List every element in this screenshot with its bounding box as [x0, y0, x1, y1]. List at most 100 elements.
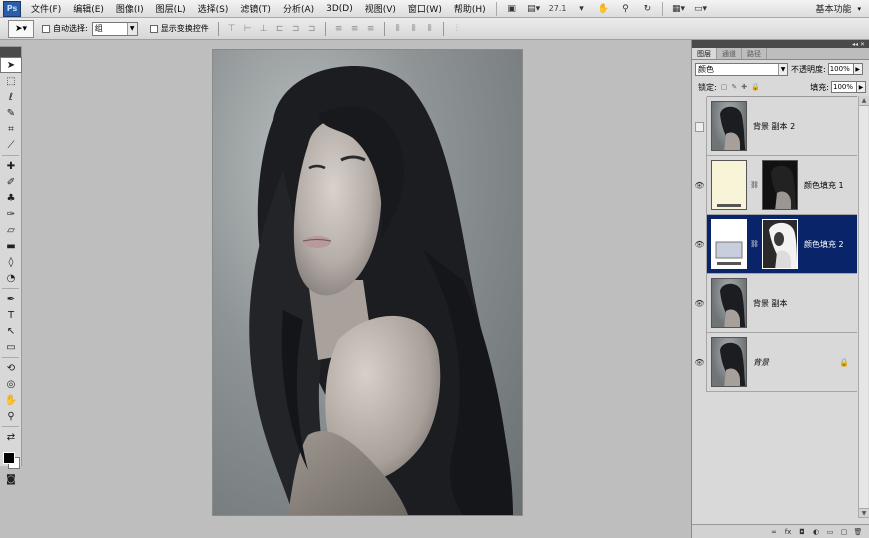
visibility-toggle[interactable] [693, 97, 707, 156]
3d-rotate-tool-icon[interactable]: ⟲ [0, 360, 22, 376]
clone-stamp-tool-icon[interactable]: ♣ [0, 190, 22, 206]
panel-titlebar[interactable]: ◂◂ ✕ [692, 40, 869, 48]
menu-select[interactable]: 选择(S) [192, 2, 235, 15]
menu-file[interactable]: 文件(F) [25, 2, 67, 15]
bridge-icon[interactable]: ▣ [504, 2, 520, 16]
menu-help[interactable]: 帮助(H) [448, 2, 492, 15]
link-icon[interactable]: ⛓ [750, 181, 759, 189]
zoom-tool-icon[interactable]: ⚲ [617, 2, 633, 16]
history-brush-tool-icon[interactable]: ✑ [0, 206, 22, 222]
eye-icon[interactable]: 👁 [693, 215, 707, 274]
align-bottom-icon[interactable]: ⊥ [258, 23, 270, 35]
eyedropper-tool-icon[interactable]: ⟋ [0, 137, 22, 153]
auto-select-checkbox[interactable] [42, 24, 50, 33]
layer-row[interactable]: 👁 背景 副本 [693, 274, 857, 333]
view-extras-icon[interactable]: ▤▾ [526, 2, 542, 16]
layer-style-icon[interactable]: fx [782, 527, 794, 537]
lasso-tool-icon[interactable]: ℓ [0, 89, 22, 105]
trash-icon[interactable]: 🗑 [852, 527, 864, 537]
mask-thumbnail[interactable] [762, 160, 798, 210]
hand-tool-icon[interactable]: ✋ [0, 392, 22, 408]
menu-3d[interactable]: 3D(D) [320, 4, 359, 14]
link-layers-icon[interactable]: ∞ [768, 527, 780, 537]
layers-scrollbar[interactable]: ▲ ▼ [858, 96, 869, 518]
zoom-dropdown-icon[interactable]: ▾ [573, 2, 589, 16]
distribute-hcenter-icon[interactable]: ⫴ [408, 23, 420, 35]
marquee-tool-icon[interactable]: ⬚ [0, 73, 22, 89]
eraser-tool-icon[interactable]: ▱ [0, 222, 22, 238]
foreground-color-swatch[interactable] [3, 452, 15, 464]
brush-tool-icon[interactable]: ✐ [0, 174, 22, 190]
distribute-vcenter-icon[interactable]: ≡ [349, 23, 361, 35]
3d-orbit-tool-icon[interactable]: ◎ [0, 376, 22, 392]
add-mask-icon[interactable]: ◘ [796, 527, 808, 537]
tab-channels[interactable]: 通道 [717, 48, 742, 59]
move-tool-icon[interactable]: ➤ [0, 57, 22, 73]
eye-icon[interactable]: 👁 [693, 333, 707, 392]
menu-image[interactable]: 图像(I) [110, 2, 150, 15]
opacity-slider-icon[interactable]: ▶ [853, 63, 863, 75]
adjustment-layer-icon[interactable]: ◐ [810, 527, 822, 537]
menu-analysis[interactable]: 分析(A) [277, 2, 320, 15]
workspace-dropdown-icon[interactable]: ▾ [857, 5, 869, 13]
toolbox-header[interactable] [0, 47, 21, 57]
blur-tool-icon[interactable]: ◊ [0, 254, 22, 270]
fill-field[interactable]: 100% [831, 81, 857, 93]
tool-preset-picker[interactable]: ➤▾ [8, 19, 34, 38]
layer-row-selected[interactable]: 👁 ⛓ 颜色填充 2 [693, 215, 857, 274]
lock-position-icon[interactable]: ✚ [741, 83, 747, 91]
new-layer-icon[interactable]: ▢ [838, 527, 850, 537]
arrange-documents-icon[interactable]: ▦▾ [670, 2, 686, 16]
distribute-left-icon[interactable]: ⫴ [392, 23, 404, 35]
layer-row[interactable]: 👁 背景 🔒 [693, 333, 857, 392]
screen-mode-icon[interactable]: ▭▾ [692, 2, 708, 16]
workspace-switcher[interactable]: 基本功能 [815, 2, 857, 15]
gradient-tool-icon[interactable]: ▬ [0, 238, 22, 254]
distribute-bottom-icon[interactable]: ≡ [365, 23, 377, 35]
rotate-view-icon[interactable]: ↻ [639, 2, 655, 16]
lock-image-icon[interactable]: ✎ [731, 83, 737, 91]
type-tool-icon[interactable]: T [0, 307, 22, 323]
align-hcenter-icon[interactable]: ⊐ [290, 23, 302, 35]
zoom-level[interactable]: 27.1 [545, 4, 571, 13]
layer-name[interactable]: 背景 [753, 357, 769, 368]
tab-paths[interactable]: 路径 [742, 48, 767, 59]
menu-layer[interactable]: 图层(L) [150, 2, 192, 15]
scroll-down-icon[interactable]: ▼ [859, 508, 869, 518]
lock-all-icon[interactable]: 🔒 [751, 83, 760, 91]
eye-icon[interactable]: 👁 [693, 274, 707, 333]
new-group-icon[interactable]: ▭ [824, 527, 836, 537]
fill-color-thumbnail[interactable] [711, 219, 747, 269]
auto-align-icon[interactable]: ⫶ [451, 23, 463, 35]
zoom-tool-icon[interactable]: ⚲ [0, 408, 22, 424]
menu-window[interactable]: 窗口(W) [402, 2, 448, 15]
healing-brush-tool-icon[interactable]: ✚ [0, 158, 22, 174]
scroll-up-icon[interactable]: ▲ [859, 96, 869, 106]
path-select-tool-icon[interactable]: ↖ [0, 323, 22, 339]
align-right-icon[interactable]: ⊐ [306, 23, 318, 35]
align-vcenter-icon[interactable]: ⊢ [242, 23, 254, 35]
tab-layers[interactable]: 图层 [692, 48, 717, 59]
shape-tool-icon[interactable]: ▭ [0, 339, 22, 355]
layer-row[interactable]: 背景 副本 2 [693, 97, 857, 156]
menu-edit[interactable]: 编辑(E) [67, 2, 110, 15]
distribute-top-icon[interactable]: ≡ [333, 23, 345, 35]
quick-mask-icon[interactable]: ◙ [0, 471, 22, 487]
opacity-field[interactable]: 100% [827, 63, 854, 75]
dodge-tool-icon[interactable]: ◔ [0, 270, 22, 286]
distribute-right-icon[interactable]: ⫴ [424, 23, 436, 35]
link-icon[interactable]: ⛓ [750, 240, 759, 248]
hand-tool-icon[interactable]: ✋ [595, 2, 611, 16]
align-left-icon[interactable]: ⊏ [274, 23, 286, 35]
quick-select-tool-icon[interactable]: ✎ [0, 105, 22, 121]
blend-mode-dropdown[interactable]: 颜色 ▼ [695, 62, 788, 76]
layer-name[interactable]: 颜色填充 1 [804, 180, 844, 191]
mask-thumbnail[interactable] [762, 219, 798, 269]
crop-tool-icon[interactable]: ⌗ [0, 121, 22, 137]
collapse-icon[interactable]: ◂◂ ✕ [852, 41, 865, 48]
auto-select-dropdown[interactable]: 组 ▼ [91, 21, 138, 36]
menu-filter[interactable]: 滤镜(T) [234, 2, 277, 15]
show-transform-checkbox[interactable] [149, 24, 158, 33]
swap-colors-icon[interactable]: ⇄ [0, 429, 22, 445]
layer-name[interactable]: 颜色填充 2 [804, 239, 844, 250]
